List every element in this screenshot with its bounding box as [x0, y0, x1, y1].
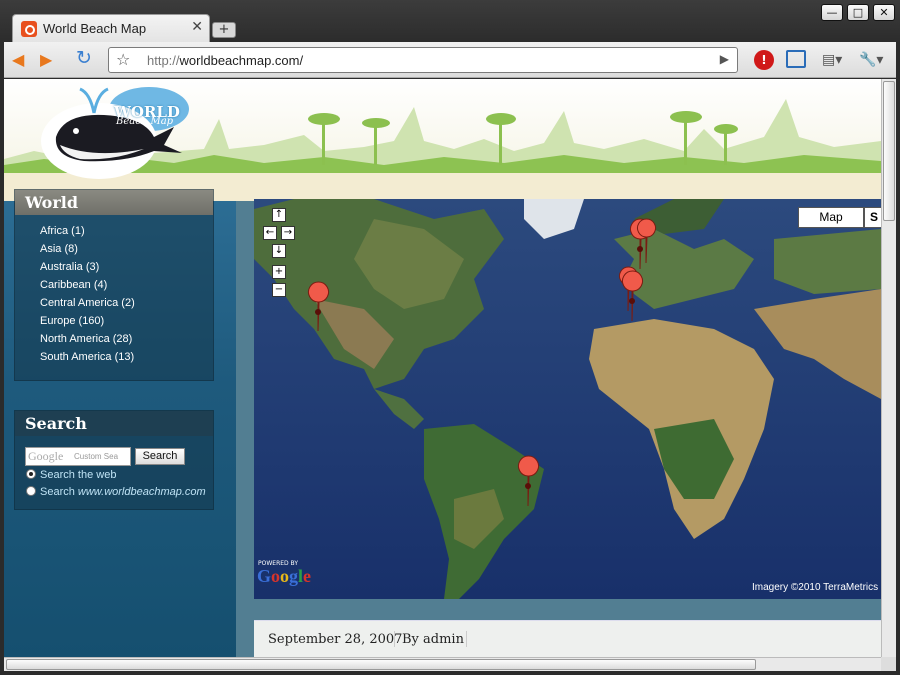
search-button[interactable]: Search — [135, 448, 185, 465]
search-widget: Search Google Custom Sea Search Search t… — [14, 410, 214, 510]
page-menu-icon[interactable]: ▤▾ — [822, 50, 842, 70]
bookmark-star-icon[interactable]: ☆ — [116, 50, 130, 69]
region-link[interactable]: Australia (3) — [40, 259, 213, 277]
search-site-label[interactable]: Search www.worldbeachmap.com — [40, 486, 206, 498]
browser-tab[interactable]: World Beach Map ✕ — [12, 14, 210, 42]
post-meta-bar: September 28, 2007 By admin — [254, 620, 881, 657]
divider — [394, 631, 395, 647]
pan-left-button[interactable]: ← — [263, 226, 277, 240]
google-logo[interactable]: Google — [257, 566, 311, 587]
region-link[interactable]: Africa (1) — [40, 223, 213, 241]
search-input[interactable]: Google Custom Sea — [25, 447, 131, 466]
tab-close-icon[interactable]: ✕ — [191, 19, 203, 35]
minimize-button[interactable]: — — [821, 4, 843, 21]
region-link[interactable]: Europe (160) — [40, 313, 213, 331]
divider — [466, 631, 467, 647]
zoom-out-button[interactable]: − — [272, 283, 286, 297]
back-button[interactable]: ◀ — [12, 50, 24, 70]
map-type-satellite-button[interactable]: S — [864, 207, 881, 228]
pan-down-button[interactable]: ↓ — [272, 244, 286, 258]
go-icon[interactable]: ▶ — [720, 52, 729, 66]
world-widget-title: World — [15, 190, 213, 215]
satellite-imagery — [254, 199, 881, 599]
search-site-radio[interactable] — [26, 486, 36, 496]
world-map[interactable]: ↑ ← → ↓ + − Map S POWERED BY Google Imag… — [254, 199, 881, 599]
adblock-stop-icon[interactable]: ! — [754, 50, 774, 70]
pan-up-button[interactable]: ↑ — [272, 208, 286, 222]
pan-right-button[interactable]: → — [281, 226, 295, 240]
search-widget-title: Search — [15, 411, 213, 436]
maximize-button[interactable]: □ — [847, 4, 869, 21]
region-link[interactable]: Caribbean (4) — [40, 277, 213, 295]
horizontal-scrollbar[interactable] — [4, 657, 881, 671]
scroll-corner — [881, 657, 896, 671]
site-favicon-icon — [21, 21, 37, 37]
search-web-radio[interactable] — [26, 469, 36, 479]
forward-button[interactable]: ▶ — [40, 50, 52, 70]
web-page: WORLD Beach Map World Africa (1) Asia (8… — [4, 79, 881, 657]
region-link[interactable]: Central America (2) — [40, 295, 213, 313]
close-window-button[interactable]: ✕ — [873, 4, 895, 21]
skyline-illustration — [4, 87, 881, 201]
address-bar[interactable]: ☆ http://worldbeachmap.com/ ▶ — [108, 47, 738, 73]
vertical-scrollbar[interactable] — [881, 79, 896, 657]
title-bar: World Beach Map ✕ + — □ ✕ — [0, 0, 900, 42]
vertical-scroll-thumb[interactable] — [883, 81, 895, 221]
new-tab-button[interactable]: + — [212, 22, 236, 38]
search-web-label[interactable]: Search the web — [40, 469, 116, 481]
fullscreen-icon[interactable] — [786, 50, 806, 68]
browser-toolbar: ◀ ▶ ↻ ☆ http://worldbeachmap.com/ ▶ ! ▤▾… — [4, 42, 896, 78]
region-link[interactable]: North America (28) — [40, 331, 213, 349]
post-author[interactable]: By admin — [402, 632, 464, 647]
imagery-credit: Imagery ©2010 TerraMetrics — [752, 582, 879, 593]
url-text[interactable]: http://worldbeachmap.com/ — [147, 53, 303, 68]
region-link[interactable]: Asia (8) — [40, 241, 213, 259]
world-widget: World Africa (1) Asia (8) Australia (3) … — [14, 189, 214, 381]
search-placeholder: Custom Sea — [74, 452, 119, 461]
zoom-in-button[interactable]: + — [272, 265, 286, 279]
region-link[interactable]: South America (13) — [40, 349, 213, 367]
logo-subtitle[interactable]: Beach Map — [116, 116, 173, 127]
horizontal-scroll-thumb[interactable] — [6, 659, 756, 670]
tab-title: World Beach Map — [43, 21, 147, 36]
reload-button[interactable]: ↻ — [76, 48, 92, 68]
map-type-map-button[interactable]: Map — [798, 207, 864, 228]
site-header: WORLD Beach Map — [4, 79, 881, 201]
wrench-menu-icon[interactable]: 🔧▾ — [859, 50, 883, 70]
region-list: Africa (1) Asia (8) Australia (3) Caribb… — [15, 215, 213, 373]
google-watermark: Google — [28, 449, 64, 463]
post-date: September 28, 2007 — [268, 632, 403, 647]
